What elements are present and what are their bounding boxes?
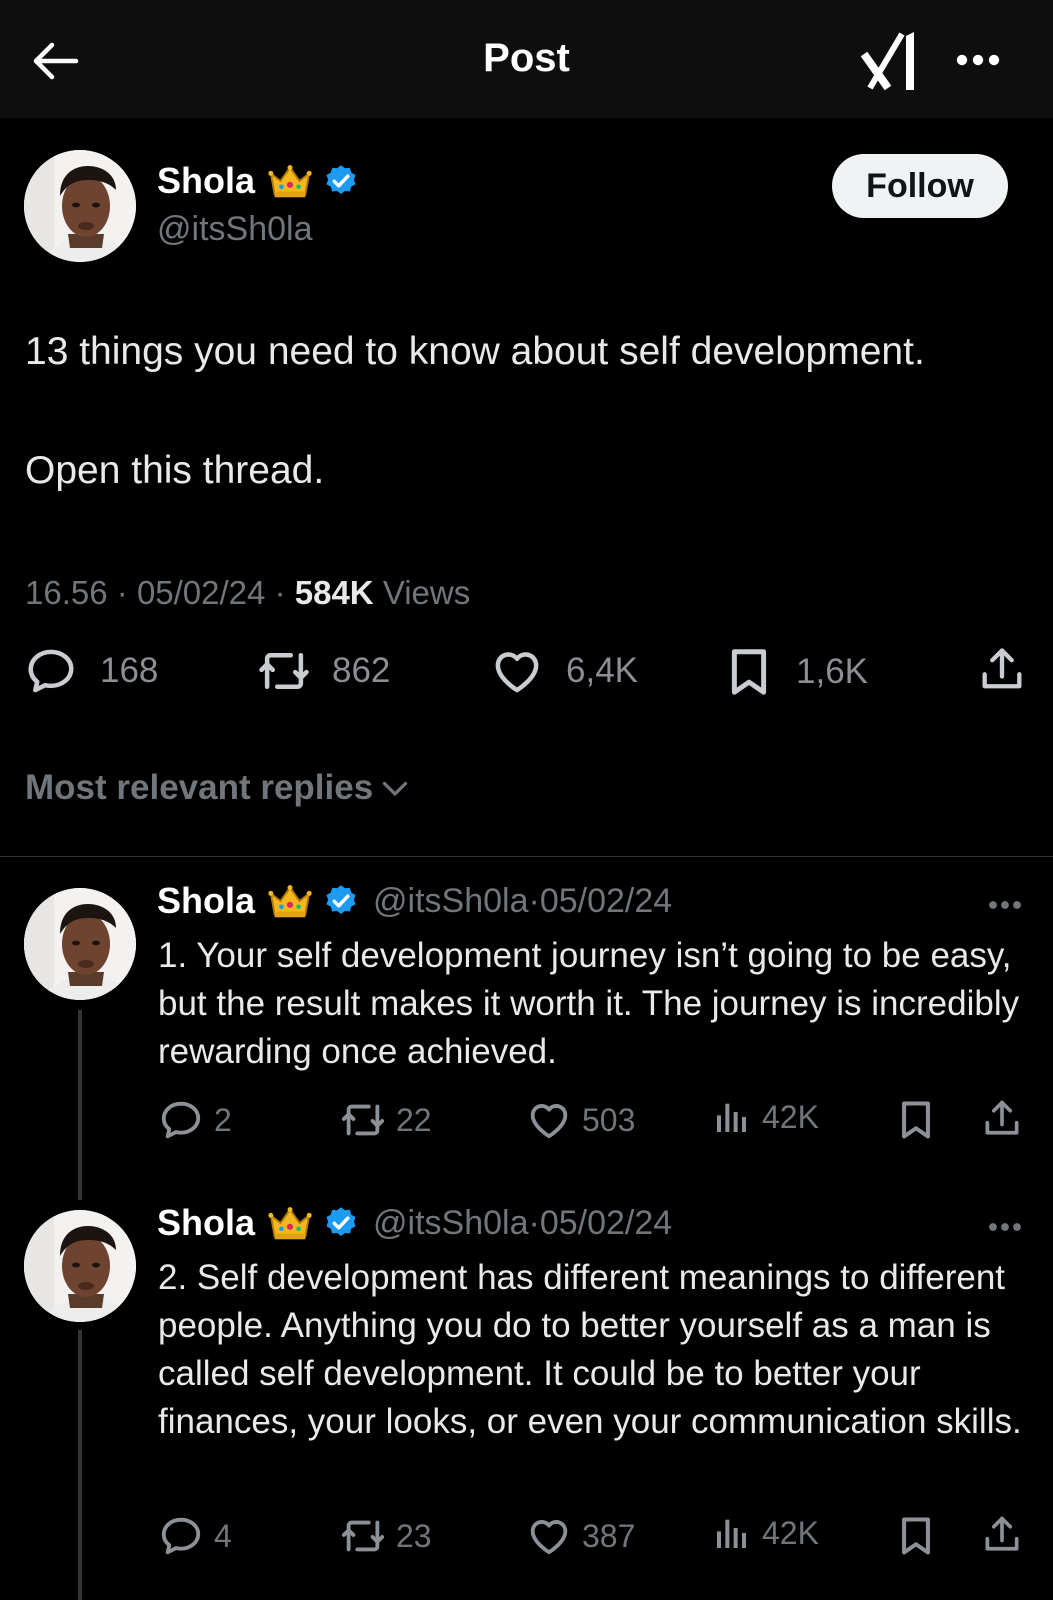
divider <box>0 856 1053 857</box>
reply-author-row: Shola @itsSh0la · 05/02/24 <box>157 1202 672 1244</box>
more-icon <box>953 52 1003 68</box>
repost-count: 22 <box>396 1101 432 1138</box>
crown-icon <box>267 1203 313 1243</box>
more-icon <box>986 899 1024 911</box>
views-icon <box>712 1097 752 1137</box>
like-count: 387 <box>582 1517 636 1554</box>
reply-action[interactable]: 168 <box>24 644 158 698</box>
post-text-line-1: 13 things you need to know about self de… <box>25 330 925 373</box>
bookmark-action[interactable]: 1,6K <box>722 644 868 700</box>
post-time[interactable]: 16.56 <box>25 574 108 611</box>
meta-separator: · <box>116 574 137 611</box>
share-icon <box>980 1513 1024 1557</box>
like-icon <box>490 644 544 698</box>
share-action[interactable] <box>980 1097 1024 1141</box>
repost-icon <box>340 1513 386 1559</box>
reply-count: 2 <box>214 1101 232 1138</box>
more-icon <box>986 1221 1024 1233</box>
verified-badge-icon <box>323 163 359 199</box>
post-date[interactable]: 05/02/24 <box>137 574 265 611</box>
reply-author-handle[interactable]: @itsSh0la <box>373 882 528 921</box>
meta-separator: · <box>528 881 540 920</box>
repost-icon <box>340 1097 386 1143</box>
reply-avatar[interactable] <box>24 1210 136 1322</box>
reply-text: 2. Self development has different meanin… <box>158 1258 1022 1441</box>
like-count: 503 <box>582 1101 636 1138</box>
views-action[interactable]: 42K <box>712 1513 819 1553</box>
reply-date[interactable]: 05/02/24 <box>540 1204 672 1243</box>
crown-icon <box>267 881 313 921</box>
author-row: Shola <box>157 160 359 202</box>
grok-icon <box>860 32 914 91</box>
repost-action[interactable]: 23 <box>340 1513 432 1559</box>
meta-separator: · <box>274 574 295 611</box>
repost-action[interactable]: 862 <box>256 644 390 698</box>
verified-badge-icon <box>323 1205 359 1241</box>
reply-count: 4 <box>214 1517 232 1554</box>
bookmark-icon <box>894 1513 938 1559</box>
post-meta: 16.56 · 05/02/24 · 584K Views <box>25 574 470 612</box>
reply-author-handle[interactable]: @itsSh0la <box>373 1204 528 1243</box>
reply-icon <box>158 1513 204 1559</box>
reply-action[interactable]: 2 <box>158 1097 232 1143</box>
author-handle[interactable]: @itsSh0la <box>157 210 312 249</box>
bookmark-count: 1,6K <box>796 652 868 691</box>
repost-icon <box>256 644 312 698</box>
thread-line <box>78 1010 82 1200</box>
reply-count: 168 <box>100 651 159 690</box>
reply-avatar[interactable] <box>24 888 136 1000</box>
author-name[interactable]: Shola <box>157 160 255 202</box>
grok-button[interactable] <box>858 28 924 94</box>
reply-icon <box>158 1097 204 1143</box>
like-action[interactable]: 503 <box>526 1097 635 1143</box>
top-bar: Post <box>0 0 1053 118</box>
reply-author-name[interactable]: Shola <box>157 880 255 922</box>
follow-button[interactable]: Follow <box>832 154 1008 218</box>
crown-icon <box>267 161 313 201</box>
chevron-down-icon <box>383 781 408 796</box>
views-count: 42K <box>762 1098 819 1135</box>
bookmark-action[interactable] <box>894 1513 938 1559</box>
share-action[interactable] <box>976 644 1028 696</box>
reply-more-button[interactable] <box>980 1212 1030 1242</box>
like-icon <box>526 1097 572 1143</box>
reply-action[interactable]: 4 <box>158 1513 232 1559</box>
more-options-button[interactable] <box>948 40 1008 80</box>
share-action[interactable] <box>980 1513 1024 1557</box>
reply-text: 1. Your self development journey isn’t g… <box>158 936 1020 1071</box>
sort-label: Most relevant replies <box>25 768 374 807</box>
reply-author-name[interactable]: Shola <box>157 1202 255 1244</box>
post-text-line-2: Open this thread. <box>25 449 325 492</box>
repost-count: 23 <box>396 1517 432 1554</box>
bookmark-action[interactable] <box>894 1097 938 1143</box>
meta-separator: · <box>528 1203 540 1242</box>
views-action[interactable]: 42K <box>712 1097 819 1137</box>
bookmark-icon <box>722 644 776 700</box>
share-icon <box>980 1097 1024 1141</box>
reply-author-row: Shola @itsSh0la · 05/02/24 <box>157 880 672 922</box>
reply-date[interactable]: 05/02/24 <box>540 882 672 921</box>
avatar[interactable] <box>24 150 136 262</box>
reply-icon <box>24 644 78 698</box>
bookmark-icon <box>894 1097 938 1143</box>
share-icon <box>976 644 1028 696</box>
views-count[interactable]: 584K <box>295 574 374 611</box>
reply-more-button[interactable] <box>980 890 1030 920</box>
views-label: Views <box>382 574 471 611</box>
thread-line <box>78 1330 82 1600</box>
views-icon <box>712 1513 752 1553</box>
like-action[interactable]: 6,4K <box>490 644 638 698</box>
repost-action[interactable]: 22 <box>340 1097 432 1143</box>
views-count: 42K <box>762 1514 819 1551</box>
like-icon <box>526 1513 572 1559</box>
replies-sort-dropdown[interactable]: Most relevant replies <box>25 768 413 808</box>
repost-count: 862 <box>332 651 391 690</box>
like-count: 6,4K <box>566 651 638 690</box>
like-action[interactable]: 387 <box>526 1513 635 1559</box>
verified-badge-icon <box>323 883 359 919</box>
